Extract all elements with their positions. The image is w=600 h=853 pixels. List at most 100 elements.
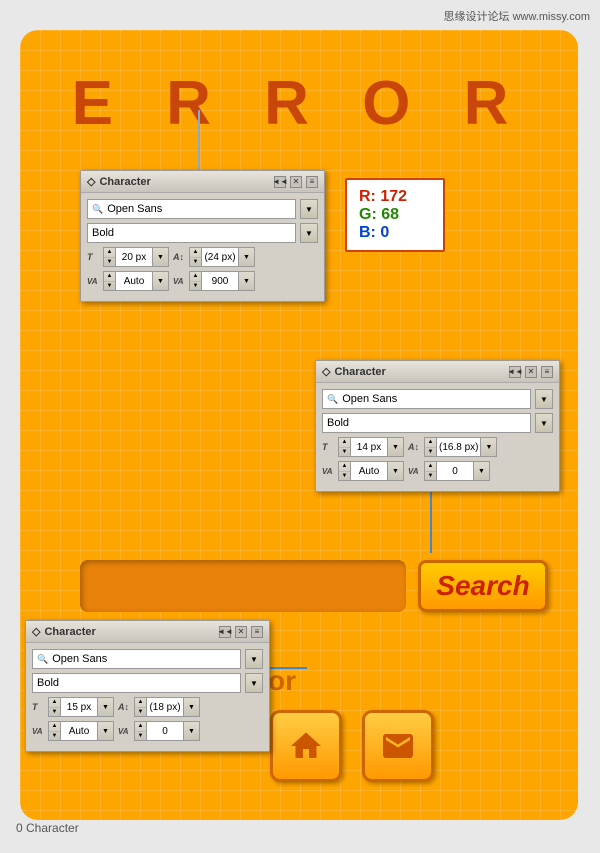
leading-down-1[interactable]: ▼ bbox=[190, 258, 201, 267]
kern-up-1[interactable]: ▲ bbox=[104, 272, 115, 282]
leading-value-2[interactable]: (16.8 px) bbox=[436, 437, 481, 457]
leading-arrows-2[interactable]: ▲ ▼ bbox=[424, 437, 436, 457]
size-value-1[interactable]: 20 px bbox=[115, 247, 153, 267]
kern-arrows-2[interactable]: ▲ ▼ bbox=[338, 461, 350, 481]
leading-up-2[interactable]: ▲ bbox=[425, 438, 436, 448]
kern-arrows-3[interactable]: ▲ ▼ bbox=[48, 721, 60, 741]
kern-dropdown-3[interactable]: ▼ bbox=[98, 721, 114, 741]
size-group-1: T ▲ ▼ 20 px ▼ bbox=[87, 247, 169, 267]
leading-up-3[interactable]: ▲ bbox=[135, 698, 146, 708]
kern-value-1[interactable]: Auto bbox=[115, 271, 153, 291]
size-row-2: T ▲ ▼ 14 px ▼ A↕ ▲ ▼ bbox=[322, 437, 553, 457]
size-down-3[interactable]: ▼ bbox=[49, 708, 60, 717]
menu-button-3[interactable]: ≡ bbox=[251, 626, 263, 638]
search-input[interactable] bbox=[80, 560, 406, 612]
size-up-2[interactable]: ▲ bbox=[339, 438, 350, 448]
kern-arrows-1[interactable]: ▲ ▼ bbox=[103, 271, 115, 291]
kern-row-1: VA ▲ ▼ Auto ▼ VA ▲ ▼ bbox=[87, 271, 318, 291]
close-button-2[interactable]: ✕ bbox=[525, 366, 537, 378]
kern-value-3[interactable]: Auto bbox=[60, 721, 98, 741]
search-button[interactable]: Search bbox=[418, 560, 548, 612]
size-arrows-2[interactable]: ▲ ▼ bbox=[338, 437, 350, 457]
style-select-1[interactable]: Bold bbox=[87, 223, 296, 243]
home-button[interactable] bbox=[270, 710, 342, 782]
track-value-3[interactable]: 0 bbox=[146, 721, 184, 741]
kern-down-2[interactable]: ▼ bbox=[339, 472, 350, 481]
size-arrows-3[interactable]: ▲ ▼ bbox=[48, 697, 60, 717]
size-arrows-1[interactable]: ▲ ▼ bbox=[103, 247, 115, 267]
search-area: Search bbox=[80, 560, 548, 612]
font-dropdown-1[interactable]: ▼ bbox=[300, 199, 318, 219]
size-value-2[interactable]: 14 px bbox=[350, 437, 388, 457]
font-dropdown-3[interactable]: ▼ bbox=[245, 649, 263, 669]
kern-icon-1: VA bbox=[87, 277, 101, 286]
font-input-2[interactable]: 🔍 Open Sans bbox=[322, 389, 531, 409]
size-dropdown-2[interactable]: ▼ bbox=[388, 437, 404, 457]
font-name-1: Open Sans bbox=[107, 203, 162, 215]
collapse-button-2[interactable]: ◄◄ bbox=[509, 366, 521, 378]
size-dropdown-1[interactable]: ▼ bbox=[153, 247, 169, 267]
size-group-3: T ▲ ▼ 15 px ▼ bbox=[32, 697, 114, 717]
collapse-button-1[interactable]: ◄◄ bbox=[274, 176, 286, 188]
size-up-1[interactable]: ▲ bbox=[104, 248, 115, 258]
collapse-button-3[interactable]: ◄◄ bbox=[219, 626, 231, 638]
kern-up-2[interactable]: ▲ bbox=[339, 462, 350, 472]
bottom-character-label: 0 Character bbox=[16, 821, 79, 835]
track-arrows-1[interactable]: ▲ ▼ bbox=[189, 271, 201, 291]
leading-up-1[interactable]: ▲ bbox=[190, 248, 201, 258]
size-value-3[interactable]: 15 px bbox=[60, 697, 98, 717]
size-down-2[interactable]: ▼ bbox=[339, 448, 350, 457]
size-group-2: T ▲ ▼ 14 px ▼ bbox=[322, 437, 404, 457]
kern-row-3: VA ▲ ▼ Auto ▼ VA ▲ ▼ bbox=[32, 721, 263, 741]
kern-dropdown-2[interactable]: ▼ bbox=[388, 461, 404, 481]
track-down-3[interactable]: ▼ bbox=[135, 732, 146, 741]
kern-down-1[interactable]: ▼ bbox=[104, 282, 115, 291]
leading-value-3[interactable]: (18 px) bbox=[146, 697, 184, 717]
track-up-3[interactable]: ▲ bbox=[135, 722, 146, 732]
leading-arrows-3[interactable]: ▲ ▼ bbox=[134, 697, 146, 717]
leading-down-2[interactable]: ▼ bbox=[425, 448, 436, 457]
size-row-1: T ▲ ▼ 20 px ▼ A↕ ▲ ▼ bbox=[87, 247, 318, 267]
kern-dropdown-1[interactable]: ▼ bbox=[153, 271, 169, 291]
style-dropdown-1[interactable]: ▼ bbox=[300, 223, 318, 243]
close-button-1[interactable]: ✕ bbox=[290, 176, 302, 188]
font-input-1[interactable]: 🔍 Open Sans bbox=[87, 199, 296, 219]
leading-arrows-1[interactable]: ▲ ▼ bbox=[189, 247, 201, 267]
leading-dropdown-2[interactable]: ▼ bbox=[481, 437, 497, 457]
track-up-2[interactable]: ▲ bbox=[425, 462, 436, 472]
kern-group-1: VA ▲ ▼ Auto ▼ bbox=[87, 271, 169, 291]
size-up-3[interactable]: ▲ bbox=[49, 698, 60, 708]
track-arrows-2[interactable]: ▲ ▼ bbox=[424, 461, 436, 481]
track-dropdown-1[interactable]: ▼ bbox=[239, 271, 255, 291]
kern-up-3[interactable]: ▲ bbox=[49, 722, 60, 732]
style-select-2[interactable]: Bold bbox=[322, 413, 531, 433]
leading-spin-3: ▲ ▼ (18 px) ▼ bbox=[134, 697, 200, 717]
track-value-2[interactable]: 0 bbox=[436, 461, 474, 481]
font-dropdown-2[interactable]: ▼ bbox=[535, 389, 553, 409]
track-arrows-3[interactable]: ▲ ▼ bbox=[134, 721, 146, 741]
kern-down-3[interactable]: ▼ bbox=[49, 732, 60, 741]
style-select-3[interactable]: Bold bbox=[32, 673, 241, 693]
diamond-icon-3: ◇ bbox=[32, 625, 40, 638]
style-dropdown-3[interactable]: ▼ bbox=[245, 673, 263, 693]
track-down-2[interactable]: ▼ bbox=[425, 472, 436, 481]
leading-down-3[interactable]: ▼ bbox=[135, 708, 146, 717]
track-dropdown-2[interactable]: ▼ bbox=[474, 461, 490, 481]
style-dropdown-2[interactable]: ▼ bbox=[535, 413, 553, 433]
mail-button[interactable] bbox=[362, 710, 434, 782]
leading-value-1[interactable]: (24 px) bbox=[201, 247, 239, 267]
leading-dropdown-1[interactable]: ▼ bbox=[239, 247, 255, 267]
kern-value-2[interactable]: Auto bbox=[350, 461, 388, 481]
font-input-3[interactable]: 🔍 Open Sans bbox=[32, 649, 241, 669]
track-dropdown-3[interactable]: ▼ bbox=[184, 721, 200, 741]
track-icon-2: VA bbox=[408, 467, 422, 476]
close-button-3[interactable]: ✕ bbox=[235, 626, 247, 638]
track-down-1[interactable]: ▼ bbox=[190, 282, 201, 291]
size-down-1[interactable]: ▼ bbox=[104, 258, 115, 267]
size-dropdown-3[interactable]: ▼ bbox=[98, 697, 114, 717]
menu-button-1[interactable]: ≡ bbox=[306, 176, 318, 188]
track-up-1[interactable]: ▲ bbox=[190, 272, 201, 282]
menu-button-2[interactable]: ≡ bbox=[541, 366, 553, 378]
track-value-1[interactable]: 900 bbox=[201, 271, 239, 291]
leading-dropdown-3[interactable]: ▼ bbox=[184, 697, 200, 717]
